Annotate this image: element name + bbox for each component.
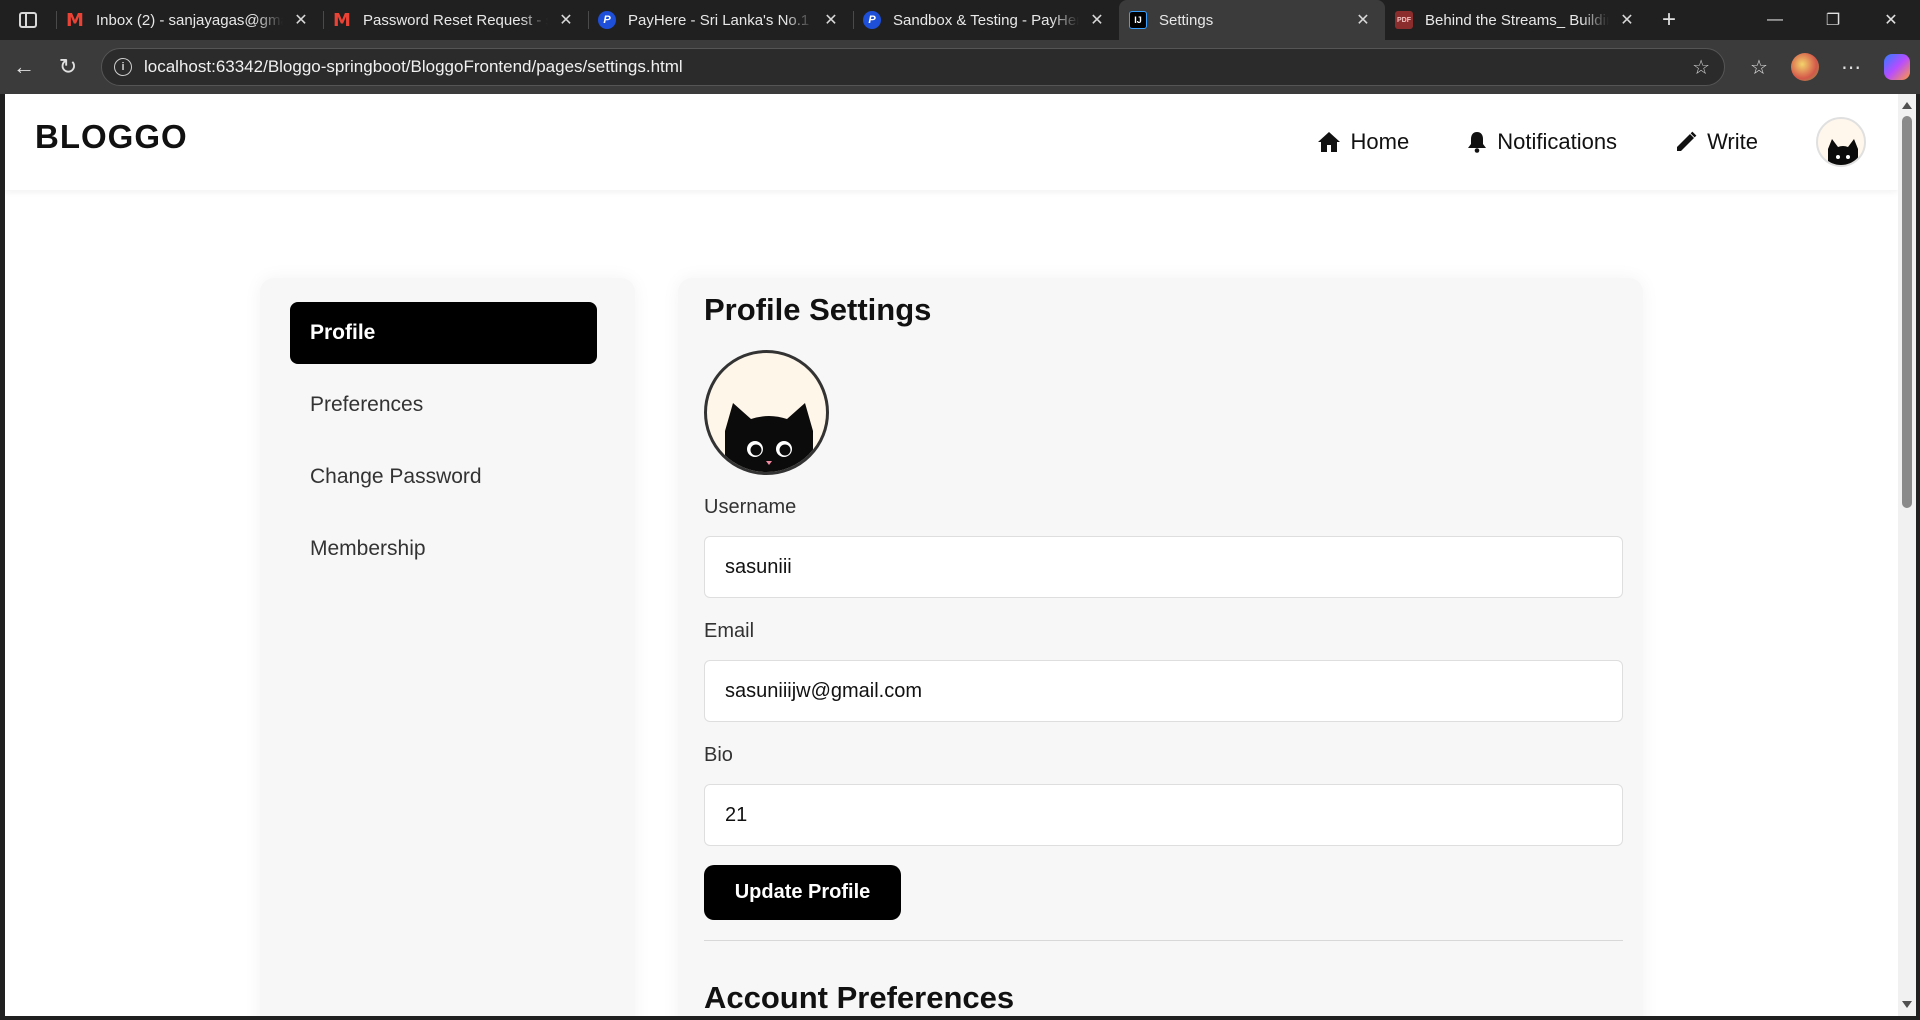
settings-sidebar: Profile Preferences Change Password Memb… <box>260 278 635 1016</box>
restore-icon[interactable]: ❐ <box>1804 0 1862 40</box>
browser-tab[interactable]: PDF Behind the Streams_ Building ✕ <box>1385 0 1649 40</box>
tab-title: Password Reset Request - sanjayagas <box>363 11 548 29</box>
brand-logo[interactable]: BLOGGO <box>35 118 188 156</box>
browser-toolbar: ← ↻ i localhost:63342/Bloggo-springboot/… <box>0 40 1920 94</box>
nav-home-label: Home <box>1350 129 1410 154</box>
url-text[interactable]: localhost:63342/Bloggo-springboot/Bloggo… <box>144 57 1692 77</box>
scroll-down-icon[interactable] <box>1902 1001 1912 1008</box>
sidebar-item-label: Membership <box>310 537 426 560</box>
cat-avatar-image <box>1828 139 1858 165</box>
payhere-icon: P <box>598 11 616 29</box>
bio-input[interactable] <box>704 784 1623 846</box>
minimize-icon[interactable]: — <box>1746 0 1804 40</box>
cat-avatar-image <box>725 403 813 472</box>
copilot-icon[interactable] <box>1884 54 1910 80</box>
pencil-icon <box>1677 131 1697 151</box>
home-icon <box>1317 132 1340 152</box>
sidebar-item-label: Preferences <box>310 393 424 416</box>
intellij-icon: IJ <box>1129 11 1147 29</box>
nav-write-label: Write <box>1707 129 1758 154</box>
sidebar-toggle-icon <box>19 12 37 28</box>
gmail-icon: M <box>333 9 351 31</box>
close-icon[interactable]: ✕ <box>1087 10 1107 30</box>
more-menu-icon[interactable]: ⋯ <box>1828 55 1874 80</box>
tab-title: PayHere - Sri Lanka's No.1 Online <box>628 11 813 29</box>
browser-tab[interactable]: P Sandbox & Testing - PayHere ✕ <box>853 0 1119 40</box>
favorite-star-icon[interactable]: ☆ <box>1692 55 1710 80</box>
tab-actions-button[interactable] <box>0 0 56 40</box>
user-avatar[interactable] <box>1816 117 1866 167</box>
sidebar-item-membership[interactable]: Membership <box>290 518 597 580</box>
username-input[interactable] <box>704 536 1623 598</box>
browser-profile-avatar[interactable] <box>1791 53 1819 81</box>
tab-separator <box>588 11 589 29</box>
tab-separator <box>323 11 324 29</box>
close-icon[interactable]: ✕ <box>291 10 311 30</box>
reload-icon[interactable]: ↻ <box>46 47 90 87</box>
tab-separator <box>56 11 57 29</box>
payhere-icon: P <box>863 11 881 29</box>
new-tab-button[interactable]: + <box>1649 6 1689 34</box>
tab-title: Behind the Streams_ Building <box>1425 11 1609 29</box>
tab-title: Inbox (2) - sanjayagas@gmail.com <box>96 11 283 29</box>
profile-settings-panel: Profile Settings Username Email Bio Upda… <box>678 278 1643 1016</box>
favorites-icon[interactable]: ☆ <box>1736 55 1782 80</box>
account-preferences-title: Account Preferences <box>704 980 1015 1015</box>
browser-tab[interactable]: M Inbox (2) - sanjayagas@gmail.com ✕ <box>56 0 323 40</box>
browser-tools: ☆ ⋯ <box>1736 40 1920 94</box>
nav-notifications[interactable]: Notifications <box>1467 129 1617 155</box>
sidebar-item-label: Change Password <box>310 465 482 488</box>
sidebar-item-change-password[interactable]: Change Password <box>290 446 597 508</box>
gmail-icon: M <box>66 9 84 31</box>
site-info-icon[interactable]: i <box>114 58 132 76</box>
scroll-up-icon[interactable] <box>1902 102 1912 109</box>
main-nav: Home Notifications Write <box>1317 94 1758 190</box>
page-scrollbar[interactable] <box>1898 94 1916 1016</box>
scrollbar-thumb[interactable] <box>1902 116 1912 508</box>
sidebar-item-profile[interactable]: Profile <box>290 302 597 364</box>
browser-tab-bar: M Inbox (2) - sanjayagas@gmail.com ✕ M P… <box>0 0 1920 40</box>
username-label: Username <box>704 496 797 518</box>
tab-title: Sandbox & Testing - PayHere <box>893 11 1079 29</box>
close-icon[interactable]: ✕ <box>1353 10 1373 30</box>
email-input[interactable] <box>704 660 1623 722</box>
tab-title: Settings <box>1159 11 1214 29</box>
sidebar-item-preferences[interactable]: Preferences <box>290 374 597 436</box>
close-icon[interactable]: ✕ <box>1617 10 1637 30</box>
back-icon[interactable]: ← <box>2 47 46 87</box>
nav-notifications-label: Notifications <box>1497 129 1618 154</box>
site-header: BLOGGO Home Notifications Write <box>5 94 1898 190</box>
bio-label: Bio <box>704 744 733 766</box>
close-icon[interactable]: ✕ <box>556 10 576 30</box>
profile-avatar[interactable] <box>704 350 829 475</box>
browser-tab-active[interactable]: IJ Settings ✕ <box>1119 0 1385 40</box>
page-viewport: BLOGGO Home Notifications Write Profile … <box>5 94 1898 1016</box>
nav-write[interactable]: Write <box>1675 129 1758 155</box>
bell-icon <box>1468 132 1487 153</box>
sidebar-item-label: Profile <box>310 321 376 344</box>
section-divider <box>704 940 1623 941</box>
email-label: Email <box>704 620 755 642</box>
pdf-icon: PDF <box>1395 11 1413 29</box>
browser-tab[interactable]: M Password Reset Request - sanjayagas ✕ <box>323 0 588 40</box>
browser-tab[interactable]: P PayHere - Sri Lanka's No.1 Online ✕ <box>588 0 853 40</box>
nav-home[interactable]: Home <box>1317 129 1410 155</box>
update-profile-button[interactable]: Update Profile <box>704 865 901 920</box>
page-title: Profile Settings <box>704 292 932 327</box>
tab-separator <box>853 11 854 29</box>
close-window-icon[interactable]: ✕ <box>1862 0 1920 40</box>
close-icon[interactable]: ✕ <box>821 10 841 30</box>
window-controls: — ❐ ✕ <box>1746 0 1920 40</box>
address-bar[interactable]: i localhost:63342/Bloggo-springboot/Blog… <box>101 48 1725 86</box>
